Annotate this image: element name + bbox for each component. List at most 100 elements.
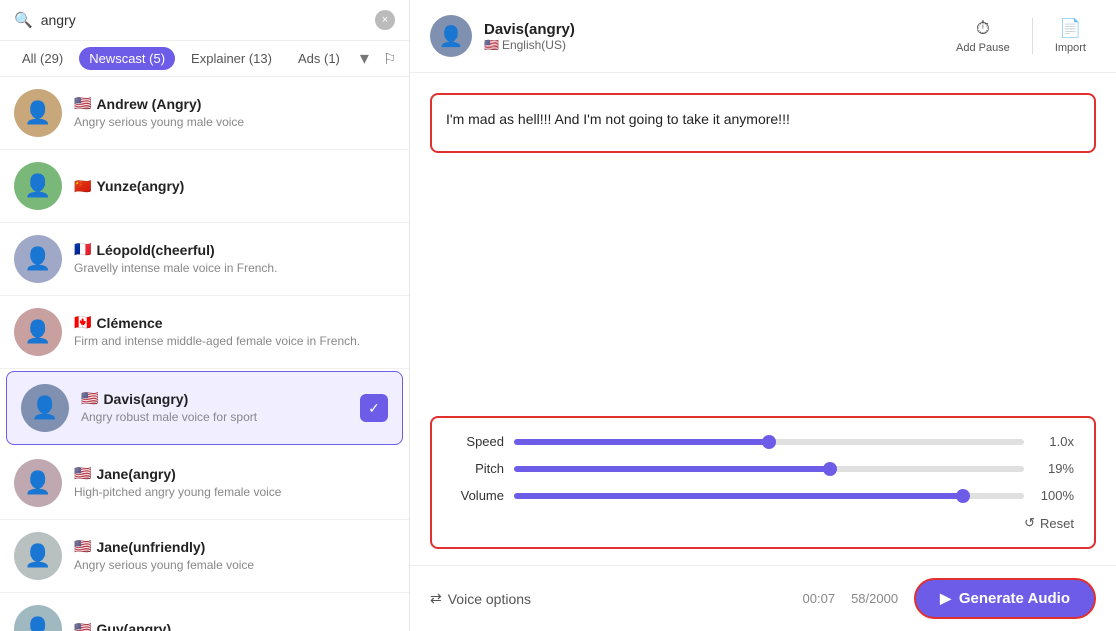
volume-thumb[interactable] <box>956 489 970 503</box>
voice-info-andrew: 🇺🇸 Andrew (Angry) Angry serious young ma… <box>74 95 395 131</box>
controls-box: Speed 1.0x Pitch 19% Volume <box>430 416 1096 549</box>
tab-newscast[interactable]: Newscast (5) <box>79 47 175 70</box>
voice-list: 👤 🇺🇸 Andrew (Angry) Angry serious young … <box>0 77 409 631</box>
voice-item-clemence[interactable]: 👤 🇨🇦 Clémence Firm and intense middle-ag… <box>0 296 409 369</box>
selected-voice-avatar: 👤 <box>430 15 472 57</box>
voice-name-andrew: 🇺🇸 Andrew (Angry) <box>74 95 395 112</box>
voice-item-jane-angry[interactable]: 👤 🇺🇸 Jane(angry) High-pitched angry youn… <box>0 447 409 520</box>
left-panel: 🔍 angry × All (29) Newscast (5) Explaine… <box>0 0 410 631</box>
pitch-slider[interactable] <box>514 466 1024 472</box>
speed-slider[interactable] <box>514 439 1024 445</box>
controls-section: Speed 1.0x Pitch 19% Volume <box>410 400 1116 565</box>
volume-value: 100% <box>1034 488 1074 503</box>
volume-control-row: Volume 100% <box>452 488 1074 503</box>
voice-name-clemence: 🇨🇦 Clémence <box>74 314 395 331</box>
time-display: 00:07 <box>803 591 836 606</box>
tab-more-button[interactable]: ▾ <box>356 48 373 69</box>
pitch-value: 19% <box>1034 461 1074 476</box>
voice-info-davis: 🇺🇸 Davis(angry) Angry robust male voice … <box>81 390 348 426</box>
filter-button[interactable]: ⚐ <box>379 50 400 68</box>
text-content[interactable]: I'm mad as hell!!! And I'm not going to … <box>430 93 1096 153</box>
reset-icon: ↺ <box>1024 515 1035 531</box>
selected-voice-info: Davis(angry) 🇺🇸 English(US) <box>484 21 934 52</box>
right-panel: 👤 Davis(angry) 🇺🇸 English(US) ⏱ Add Paus… <box>410 0 1116 631</box>
voice-options-button[interactable]: ⇄ Voice options <box>430 590 531 607</box>
voice-options-icon: ⇄ <box>430 590 442 607</box>
speed-fill <box>514 439 769 445</box>
header-divider <box>1032 18 1033 54</box>
voice-info-yunze: 🇨🇳 Yunze(angry) <box>74 178 395 195</box>
flag-guy: 🇺🇸 <box>74 621 91 631</box>
voice-item-leopold[interactable]: 👤 🇫🇷 Léopold(cheerful) Gravelly intense … <box>0 223 409 296</box>
avatar-leopold: 👤 <box>14 235 62 283</box>
voice-info-jane-angry: 🇺🇸 Jane(angry) High-pitched angry young … <box>74 465 395 501</box>
flag-leopold: 🇫🇷 <box>74 241 91 258</box>
speed-thumb[interactable] <box>762 435 776 449</box>
flag-davis: 🇺🇸 <box>81 390 98 407</box>
voice-item-davis[interactable]: 👤 🇺🇸 Davis(angry) Angry robust male voic… <box>6 371 403 445</box>
voice-info-leopold: 🇫🇷 Léopold(cheerful) Gravelly intense ma… <box>74 241 395 277</box>
volume-fill <box>514 493 963 499</box>
import-icon: 📄 <box>1059 18 1081 39</box>
play-icon: ▶ <box>940 590 951 607</box>
avatar-clemence: 👤 <box>14 308 62 356</box>
import-button[interactable]: 📄 Import <box>1045 14 1096 58</box>
flag-jane-unfriendly: 🇺🇸 <box>74 538 91 555</box>
clear-button[interactable]: × <box>375 10 395 30</box>
voice-name-jane-unfriendly: 🇺🇸 Jane(unfriendly) <box>74 538 395 555</box>
selected-voice-language: 🇺🇸 English(US) <box>484 38 934 52</box>
pitch-control-row: Pitch 19% <box>452 461 1074 476</box>
generate-audio-button[interactable]: ▶ Generate Audio <box>914 578 1096 619</box>
flag-jane-angry: 🇺🇸 <box>74 465 91 482</box>
voice-desc-andrew: Angry serious young male voice <box>74 114 395 131</box>
search-bar: 🔍 angry × <box>0 0 409 41</box>
clock-icon: ⏱ <box>976 18 990 39</box>
text-area-section: I'm mad as hell!!! And I'm not going to … <box>410 73 1116 400</box>
voice-name-yunze: 🇨🇳 Yunze(angry) <box>74 178 395 195</box>
volume-label: Volume <box>452 488 504 503</box>
selected-voice-flag: 🇺🇸 <box>484 38 499 52</box>
voice-desc-jane-angry: High-pitched angry young female voice <box>74 484 395 501</box>
avatar-andrew: 👤 <box>14 89 62 137</box>
voice-name-guy: 🇺🇸 Guy(angry) <box>74 621 395 631</box>
pitch-thumb[interactable] <box>823 462 837 476</box>
tab-explainer[interactable]: Explainer (13) <box>181 47 282 70</box>
avatar-guy: 👤 <box>14 605 62 631</box>
voice-name-davis: 🇺🇸 Davis(angry) <box>81 390 348 407</box>
avatar-jane-unfriendly: 👤 <box>14 532 62 580</box>
right-header: 👤 Davis(angry) 🇺🇸 English(US) ⏱ Add Paus… <box>410 0 1116 73</box>
pitch-fill <box>514 466 830 472</box>
voice-item-andrew[interactable]: 👤 🇺🇸 Andrew (Angry) Angry serious young … <box>0 77 409 150</box>
avatar-davis: 👤 <box>21 384 69 432</box>
voice-item-jane-unfriendly[interactable]: 👤 🇺🇸 Jane(unfriendly) Angry serious youn… <box>0 520 409 593</box>
selected-check-icon: ✓ <box>360 394 388 422</box>
voice-desc-davis: Angry robust male voice for sport <box>81 409 348 426</box>
flag-clemence: 🇨🇦 <box>74 314 91 331</box>
reset-row: ↺ Reset <box>452 515 1074 531</box>
selected-voice-name: Davis(angry) <box>484 21 934 38</box>
avatar-jane-angry: 👤 <box>14 459 62 507</box>
voice-desc-clemence: Firm and intense middle-aged female voic… <box>74 333 395 350</box>
speed-label: Speed <box>452 434 504 449</box>
reset-button[interactable]: ↺ Reset <box>1024 515 1074 531</box>
speed-control-row: Speed 1.0x <box>452 434 1074 449</box>
pitch-label: Pitch <box>452 461 504 476</box>
flag-andrew: 🇺🇸 <box>74 95 91 112</box>
char-count: 58/2000 <box>851 591 898 606</box>
volume-slider[interactable] <box>514 493 1024 499</box>
add-pause-button[interactable]: ⏱ Add Pause <box>946 14 1020 58</box>
search-input[interactable]: angry <box>41 12 367 28</box>
voice-info-clemence: 🇨🇦 Clémence Firm and intense middle-aged… <box>74 314 395 350</box>
avatar-yunze: 👤 <box>14 162 62 210</box>
voice-desc-jane-unfriendly: Angry serious young female voice <box>74 557 395 574</box>
flag-yunze: 🇨🇳 <box>74 178 91 195</box>
footer-right: 00:07 58/2000 ▶ Generate Audio <box>803 578 1096 619</box>
voice-desc-leopold: Gravelly intense male voice in French. <box>74 260 395 277</box>
voice-name-jane-angry: 🇺🇸 Jane(angry) <box>74 465 395 482</box>
tab-all[interactable]: All (29) <box>12 47 73 70</box>
voice-name-leopold: 🇫🇷 Léopold(cheerful) <box>74 241 395 258</box>
tab-ads[interactable]: Ads (1) <box>288 47 350 70</box>
speed-value: 1.0x <box>1034 434 1074 449</box>
voice-item-guy[interactable]: 👤 🇺🇸 Guy(angry) <box>0 593 409 631</box>
voice-item-yunze[interactable]: 👤 🇨🇳 Yunze(angry) <box>0 150 409 223</box>
